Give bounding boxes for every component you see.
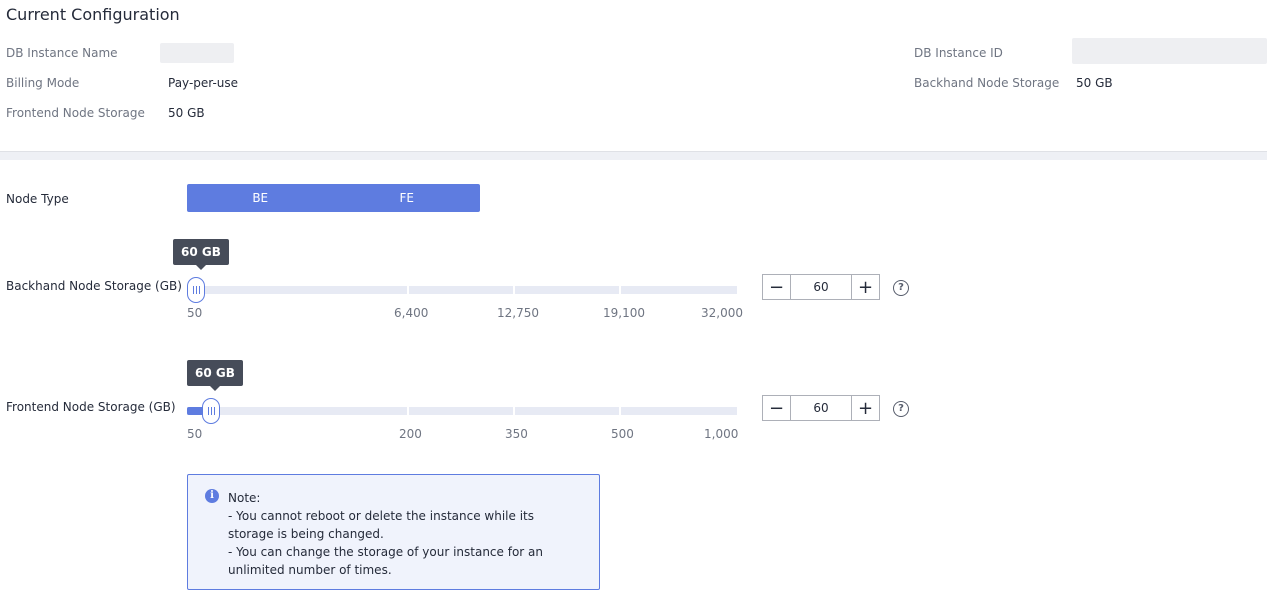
frontend-tick-4: 1,000 [704,427,739,441]
backhand-slider-track[interactable] [187,286,737,294]
db-instance-name-label: DB Instance Name [6,46,118,60]
note-line-reboot: - You cannot reboot or delete the instan… [228,509,534,541]
question-circle-icon[interactable]: ? [893,280,909,296]
backhand-slider-tooltip: 60 GB [173,239,229,270]
backhand-decrement-button[interactable]: − [763,275,791,299]
frontend-slider-track[interactable] [187,407,737,415]
frontend-tick-3: 500 [611,427,634,441]
note-text: Note: - You cannot reboot or delete the … [228,489,578,579]
node-type-label: Node Type [6,192,69,206]
backhand-increment-button[interactable]: + [851,275,879,299]
frontend-tick-1: 200 [399,427,422,441]
backhand-tick-2: 12,750 [497,306,539,320]
backhand-stepper: − + [762,274,880,300]
minus-icon: − [768,276,785,298]
db-instance-id-value-masked [1072,38,1267,64]
backhand-tick-0: 50 [187,306,203,320]
plus-icon: + [857,276,874,298]
frontend-stepper: − + [762,395,880,421]
minus-icon: − [768,397,785,419]
backhand-storage-label: Backhand Node Storage [914,76,1060,90]
frontend-decrement-button[interactable]: − [763,396,791,420]
info-icon: i [205,489,219,503]
node-type-selector: BE FE [187,184,480,212]
db-instance-id-label: DB Instance ID [914,46,1003,60]
plus-icon: + [857,397,874,419]
backhand-slider-label: Backhand Node Storage (GB) [6,279,182,293]
backhand-slider-thumb[interactable] [187,277,205,303]
backhand-tick-1: 6,400 [394,306,429,320]
note-box: i Note: - You cannot reboot or delete th… [187,474,600,590]
frontend-storage-value: 50 GB [168,106,205,120]
billing-mode-value: Pay-per-use [168,76,239,90]
frontend-storage-label: Frontend Node Storage [6,106,145,120]
section-title: Current Configuration [6,5,180,24]
grip-icon [207,407,215,415]
backhand-tick-4: 32,000 [701,306,743,320]
frontend-slider-thumb[interactable] [202,398,220,424]
question-circle-icon[interactable]: ? [893,401,909,417]
section-divider [0,151,1267,160]
node-type-option-fe[interactable]: FE [334,184,481,212]
frontend-tick-2: 350 [505,427,528,441]
note-title: Note: [228,491,261,505]
billing-mode-label: Billing Mode [6,76,80,90]
grip-icon [192,286,200,294]
frontend-slider-tooltip: 60 GB [187,360,243,391]
frontend-increment-button[interactable]: + [851,396,879,420]
frontend-slider-label: Frontend Node Storage (GB) [6,400,176,414]
frontend-storage-input[interactable] [791,396,851,420]
backhand-storage-value: 50 GB [1076,76,1113,90]
backhand-tick-3: 19,100 [603,306,645,320]
backhand-storage-input[interactable] [791,275,851,299]
note-line-unlimited: - You can change the storage of your ins… [228,545,543,577]
frontend-tick-0: 50 [187,427,203,441]
node-type-option-be[interactable]: BE [187,184,334,212]
db-instance-name-value-masked [160,43,234,63]
